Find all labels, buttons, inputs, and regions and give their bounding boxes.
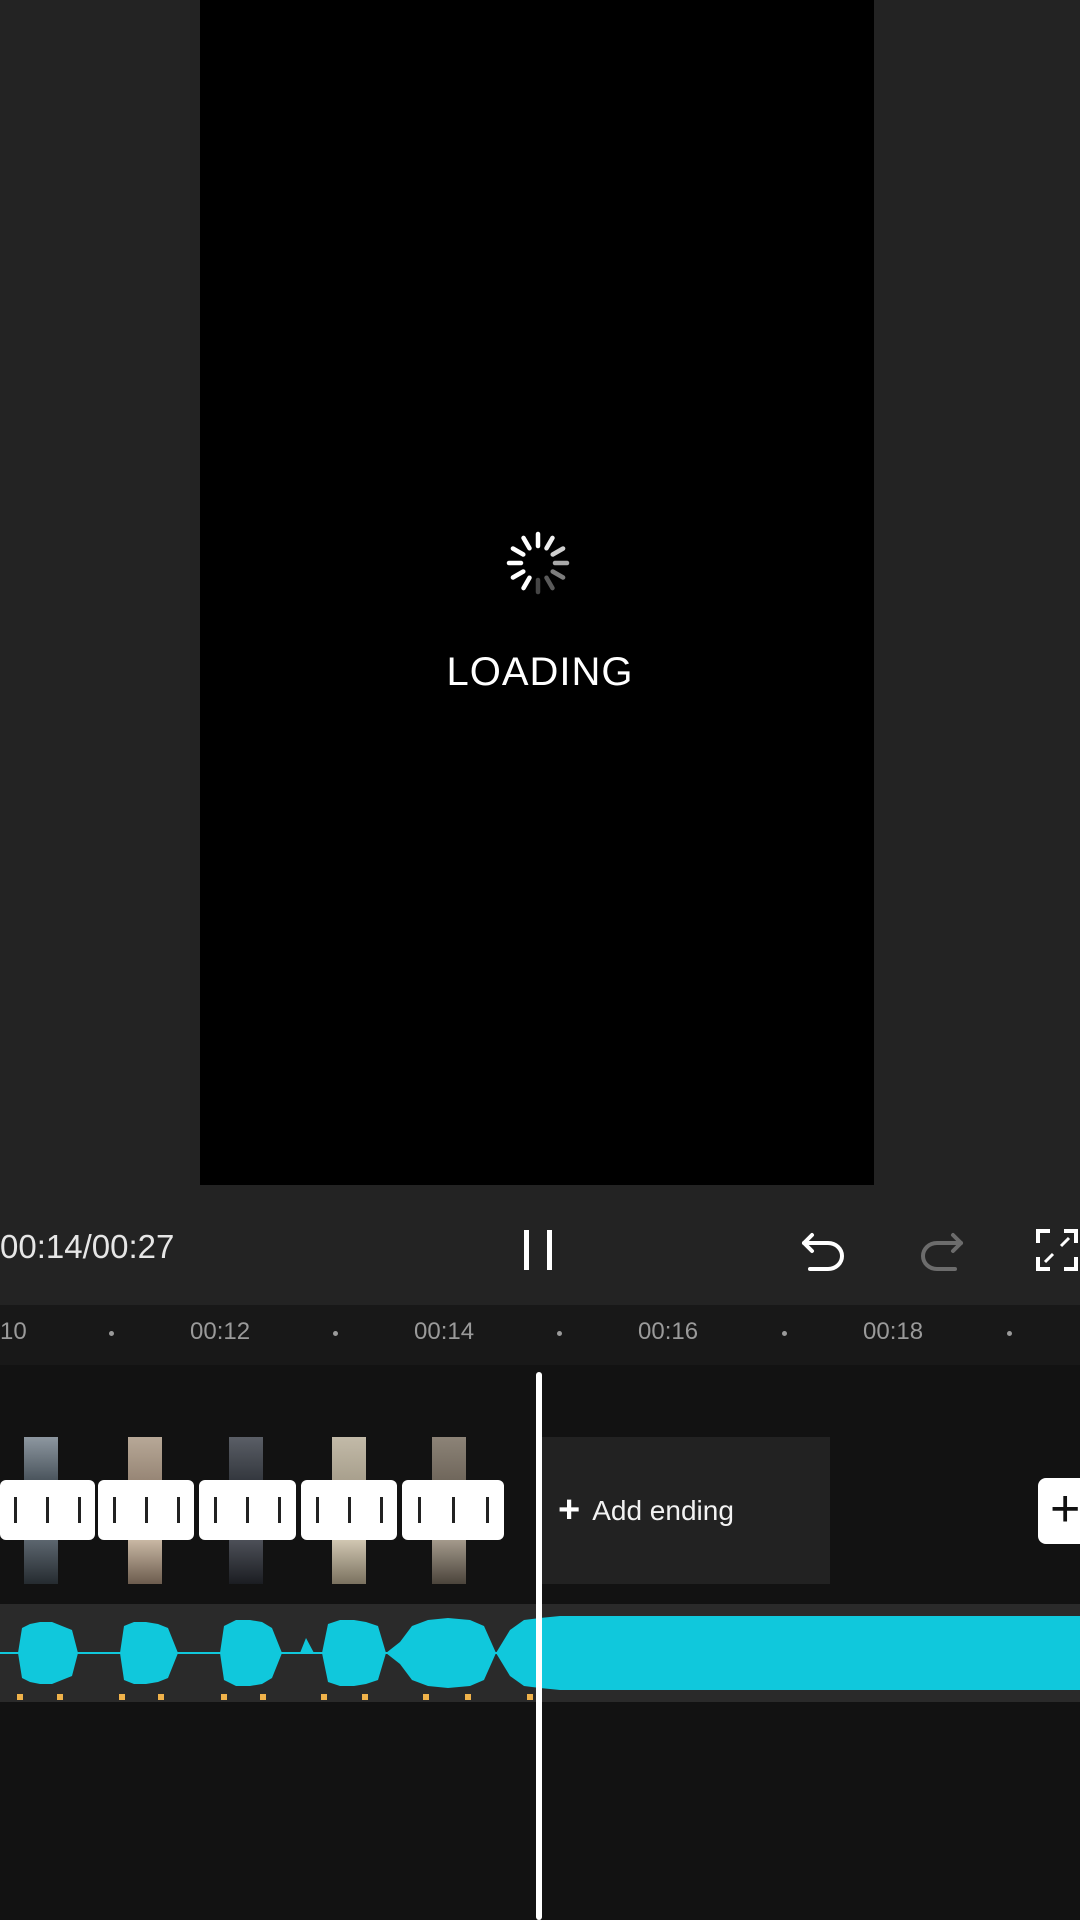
fullscreen-button[interactable] — [1034, 1222, 1080, 1278]
redo-button[interactable] — [914, 1222, 970, 1278]
ruler-tick — [333, 1331, 338, 1336]
ruler-tick — [557, 1331, 562, 1336]
loading-spinner-icon — [506, 531, 570, 595]
pause-button[interactable] — [510, 1222, 566, 1278]
ruler-tick — [109, 1331, 114, 1336]
ruler-tick — [1007, 1331, 1012, 1336]
plus-icon: + — [558, 1489, 581, 1531]
add-clip-button[interactable]: + — [1038, 1478, 1080, 1544]
redo-icon — [920, 1233, 963, 1271]
add-ending-button[interactable]: + Add ending — [540, 1437, 830, 1584]
transition-button[interactable] — [402, 1480, 504, 1540]
add-ending-label: Add ending — [592, 1494, 734, 1526]
ruler-tick — [782, 1331, 787, 1336]
transition-button[interactable] — [199, 1480, 296, 1540]
transition-button[interactable] — [301, 1480, 397, 1540]
pause-icon — [524, 1230, 552, 1270]
undo-icon — [802, 1233, 845, 1271]
ruler-label: 00:16 — [638, 1318, 699, 1345]
playhead[interactable] — [536, 1372, 542, 1920]
undo-button[interactable] — [795, 1222, 851, 1278]
ruler-label: 00:12 — [190, 1318, 251, 1345]
ruler-label: 10 — [0, 1318, 27, 1345]
plus-icon: + — [1050, 1480, 1080, 1538]
ruler-label: 00:18 — [863, 1318, 924, 1345]
ruler-label: 00:14 — [414, 1318, 475, 1345]
preview-area: LOADING — [0, 0, 1080, 1215]
fullscreen-icon — [1036, 1229, 1078, 1271]
transition-button[interactable] — [98, 1480, 194, 1540]
timecode: 00:14/00:27 — [0, 1228, 175, 1265]
loading-text: LOADING — [446, 650, 634, 694]
transition-button[interactable] — [0, 1480, 95, 1540]
